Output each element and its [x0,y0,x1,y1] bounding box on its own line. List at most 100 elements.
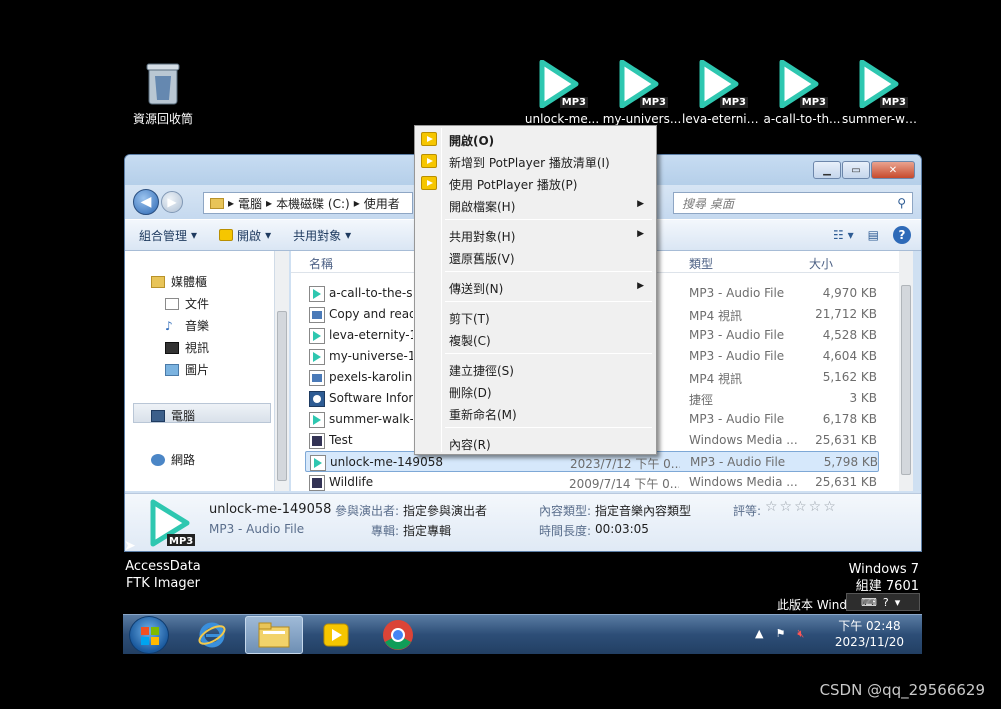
length-value: 00:03:05 [595,522,649,536]
menu-item-open[interactable]: 開啟(O) [417,128,654,150]
potplayer-icon [219,229,234,241]
column-type[interactable]: 類型 [689,255,713,272]
desktop-mp3-icon-4[interactable]: MP3 a-call-to-th... [762,60,842,126]
menu-item-open-with[interactable]: 開啟檔案(H) ▶ [417,194,654,216]
action-center-icon[interactable]: ⚑ [775,627,785,641]
windows-version-text: Windows 7 組建 7601 [848,562,919,594]
nav-documents[interactable]: 文件 [165,295,209,312]
desktop-mp3-label: a-call-to-th... [763,112,841,126]
preview-pane-icon[interactable]: ▤ [868,228,879,242]
taskbar-ie[interactable] [183,616,241,654]
close-button[interactable]: ✕ [871,161,915,179]
length-label: 時間長度: [539,524,592,538]
start-button[interactable] [129,616,169,654]
mp3-large-icon: MP3 [150,499,195,547]
desktop-mp3-label: my-univers... [602,112,682,126]
taskbar-potplayer[interactable] [307,616,365,654]
submenu-arrow-icon: ▶ [637,281,644,291]
artist-label: 參與演出者: [335,504,400,518]
column-name[interactable]: 名稱 [309,255,333,272]
menu-item-send-to[interactable]: 傳送到(N) ▶ [417,276,654,298]
forward-button[interactable]: ▶ [161,191,183,213]
details-filetype: MP3 - Audio File [209,522,305,536]
potplayer-icon [421,176,437,190]
desktop-mp3-icon-3[interactable]: MP3 leva-eternit... [682,60,762,126]
potplayer-icon [421,154,437,168]
menu-item-delete[interactable]: 刪除(D) [417,380,654,402]
rating-stars[interactable]: ☆☆☆☆☆ [765,499,838,515]
taskbar-clock[interactable]: 下午 02:48 2023/11/20 [835,618,904,650]
mp3-file-icon [309,349,325,365]
language-bar[interactable]: ⌨ ? ▾ [846,593,920,611]
recycle-bin-label: 資源回收筒 [132,112,193,126]
recycle-bin-desktop-icon[interactable]: 資源回收筒 [123,60,203,127]
desktop-mp3-icon-2[interactable]: MP3 my-univers... [602,60,682,126]
menu-item-restore-previous[interactable]: 還原舊版(V) [417,246,654,268]
album-value[interactable]: 指定專輯 [403,522,451,539]
desktop-mp3-icon-5[interactable]: MP3 summer-wa... [842,60,922,126]
address-bar[interactable]: ▸ 電腦 ▸ 本機磁碟 (C:) ▸ 使用者 [203,192,413,214]
column-size[interactable]: 大小 [809,255,833,272]
help-icon[interactable]: ? [893,226,911,244]
ftk-imager-desktop-icon[interactable]: AccessData FTK Imager [124,558,202,592]
menu-item-add-to-playlist[interactable]: 新增到 PotPlayer 播放清單(I) [417,150,654,172]
volume-muted-icon[interactable]: 🔇︎ [797,627,804,641]
mp3-file-icon: MP3 [698,60,748,110]
minimize-button[interactable]: ▁ [813,161,841,179]
desktop-mp3-label: summer-wa... [842,112,922,126]
not-genuine-text: 此版本 Wind [777,598,847,612]
nav-network[interactable]: 網路 [151,451,195,468]
nav-scrollbar[interactable] [275,251,289,491]
svg-text:MP3: MP3 [169,536,193,547]
keyboard-icon: ⌨ [861,595,877,609]
organize-button[interactable]: 組合管理 ▾ [139,227,197,244]
nav-videos[interactable]: 視訊 [165,339,209,356]
desktop-mp3-label: unlock-me... [524,112,600,126]
menu-item-rename[interactable]: 重新命名(M) [417,402,654,424]
ftk-label-2: FTK Imager [126,576,200,591]
search-icon[interactable]: ⚲ [897,196,906,210]
menu-item-properties[interactable]: 內容(R) [417,432,654,454]
artist-value[interactable]: 指定參與演出者 [403,502,487,519]
nav-pictures[interactable]: 圖片 [165,361,209,378]
desktop-mp3-icon-1[interactable]: MP3 unlock-me... [522,60,602,126]
taskbar-explorer[interactable] [245,616,303,654]
menu-item-play-with-potplayer[interactable]: 使用 PotPlayer 播放(P) [417,172,654,194]
nav-music[interactable]: ♪ 音樂 [165,317,209,334]
menu-item-create-shortcut[interactable]: 建立捷徑(S) [417,358,654,380]
library-icon [151,275,165,288]
taskbar-chrome[interactable] [369,616,427,654]
menu-item-cut[interactable]: 剪下(T) [417,306,654,328]
chevron-down-icon: ▾ [345,228,352,242]
breadcrumb-computer[interactable]: 電腦 [238,195,262,212]
wmv-file-icon [309,475,325,491]
share-button[interactable]: 共用對象 ▾ [293,227,351,244]
details-filename: unlock-me-149058 [209,502,332,517]
menu-item-share-with[interactable]: 共用對象(H) ▶ [417,224,654,246]
file-scrollbar[interactable] [899,251,913,491]
windows-logo-icon [141,627,159,645]
help-icon[interactable]: ? [883,596,889,609]
nav-computer[interactable]: 電腦 [151,407,195,424]
nav-libraries[interactable]: 媒體櫃 [151,273,207,290]
shortcut-icon [309,391,325,407]
show-hidden-icons-icon[interactable]: ▲ [755,627,763,641]
back-button[interactable]: ◀ [133,189,159,215]
maximize-button[interactable]: ▭ [842,161,870,179]
file-row[interactable]: Wildlife 2009/7/14 下午 0... Windows Media .… [305,472,879,493]
music-icon: ♪ [165,318,173,333]
menu-item-copy[interactable]: 複製(C) [417,328,654,350]
open-button[interactable]: 開啟 ▾ [219,227,271,244]
genre-value[interactable]: 指定音樂內容類型 [595,502,691,519]
folder-icon [258,622,290,648]
mp3-file-icon [309,412,325,428]
breadcrumb-users[interactable]: 使用者 [364,195,400,212]
desktop-mp3-label: leva-eternit... [682,112,762,126]
computer-icon [151,409,165,422]
mp3-file-icon [309,286,325,302]
view-options-icon[interactable]: ☷ ▾ [833,228,854,242]
chevron-down-icon[interactable]: ▾ [895,596,901,609]
search-input[interactable]: 搜尋 桌面 ⚲ [673,192,913,214]
breadcrumb-drive[interactable]: 本機磁碟 (C:) [276,195,350,212]
submenu-arrow-icon: ▶ [637,229,644,239]
